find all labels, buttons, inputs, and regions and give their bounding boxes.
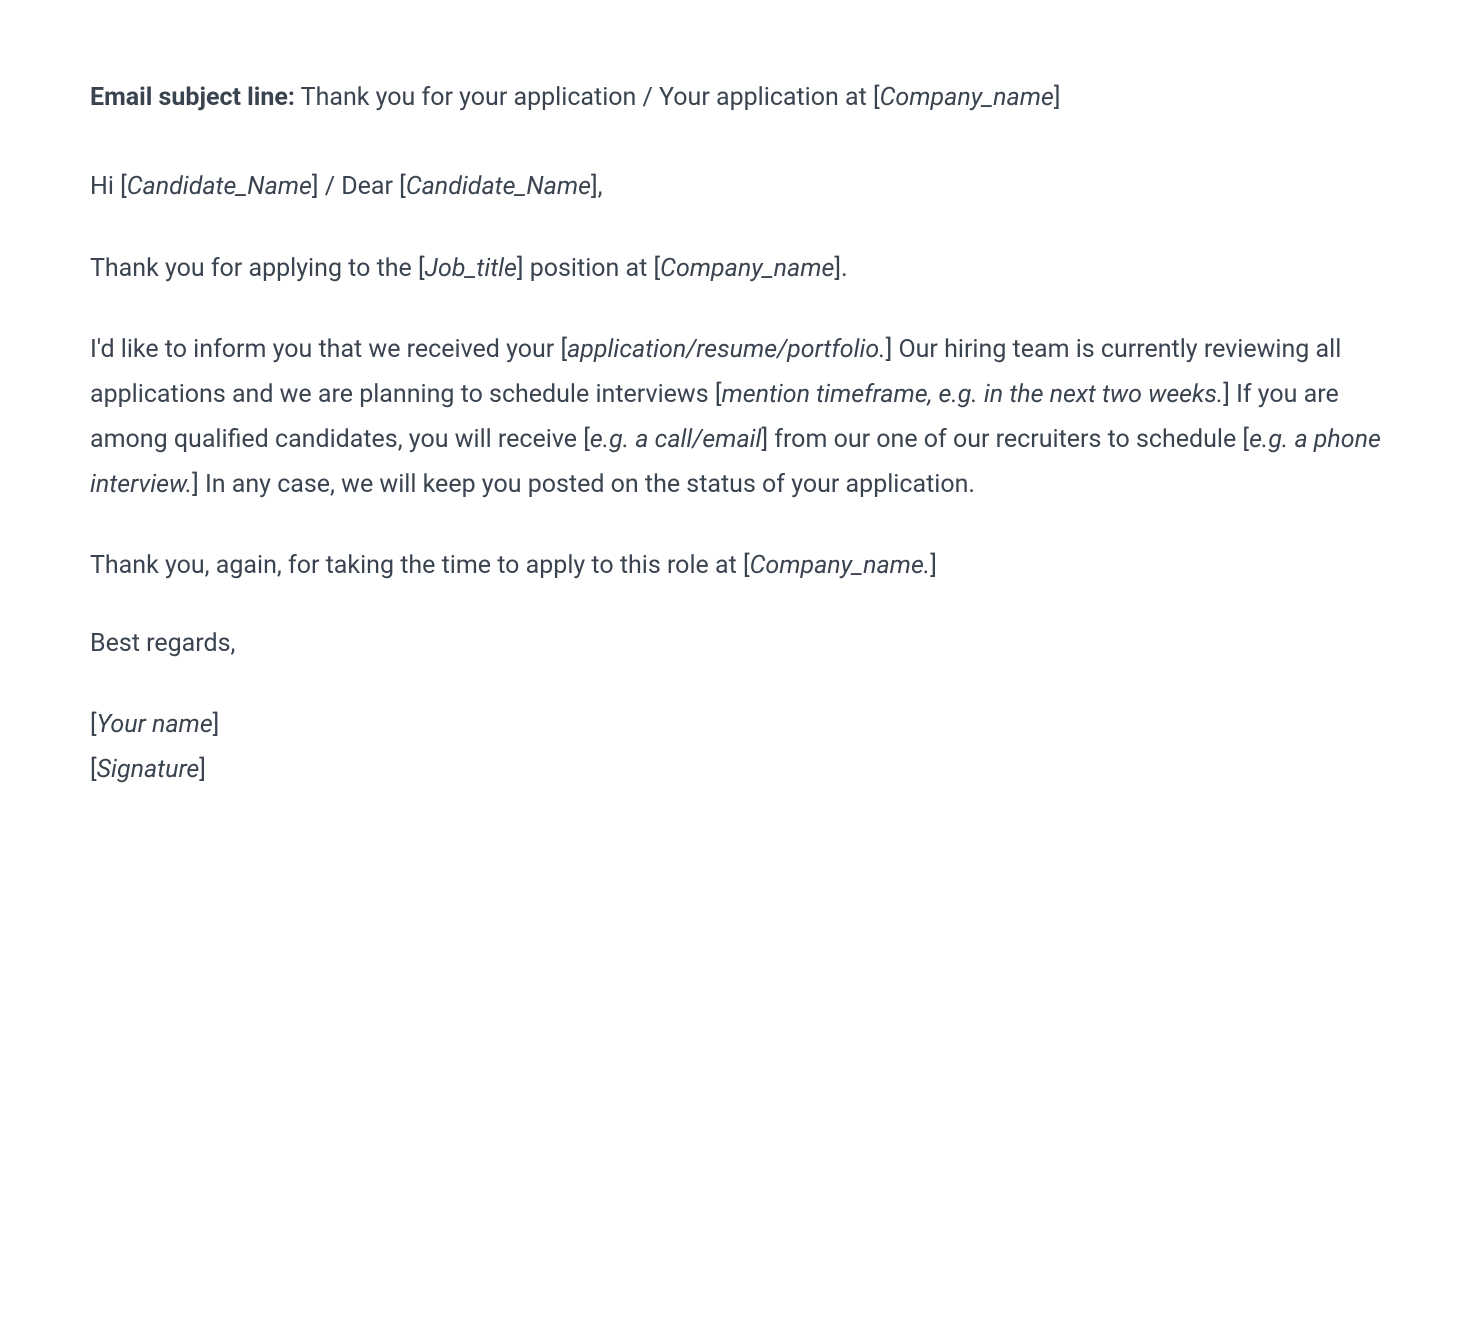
greeting-mid: ] / Dear [ — [312, 172, 406, 201]
greeting-hi: Hi [ — [90, 172, 127, 201]
signature-placeholder: Signature — [97, 755, 200, 784]
body-paragraph: I'd like to inform you that we received … — [90, 327, 1381, 507]
greeting-line: Hi [Candidate_Name] / Dear [Candidate_Na… — [90, 168, 1381, 206]
subject-text-prefix: Thank you for your application / Your ap… — [295, 83, 880, 112]
body-ph1: application/resume/portfolio. — [567, 335, 886, 364]
body-ph2: mention timeframe, e.g. in the next two … — [721, 380, 1223, 409]
your-name-placeholder: Your name — [97, 710, 213, 739]
body-ph3: e.g. a call/email — [590, 425, 762, 454]
closing-line: Thank you, again, for taking the time to… — [90, 547, 1381, 585]
thank-t1: Thank you for applying to the [ — [90, 254, 425, 283]
sig-open1: [ — [90, 710, 97, 739]
greeting-end: ], — [591, 172, 603, 201]
sig-close2: ] — [199, 755, 206, 784]
signature-block: [Your name] [Signature] — [90, 702, 1381, 792]
sig-close1: ] — [213, 710, 220, 739]
body-b5: ] In any case, we will keep you posted o… — [192, 470, 975, 499]
greeting-candidate-2: Candidate_Name — [406, 172, 591, 201]
body-b1: I'd like to inform you that we received … — [90, 335, 567, 364]
closing-ph: Company_name. — [750, 551, 931, 580]
body-b4: ] from our one of our recruiters to sche… — [761, 425, 1249, 454]
closing-c2: ] — [930, 551, 937, 580]
thank-job-title: Job_title — [425, 254, 517, 283]
sig-open2: [ — [90, 755, 97, 784]
regards-line: Best regards, — [90, 625, 1381, 663]
subject-label: Email subject line: — [90, 83, 295, 112]
subject-line: Email subject line: Thank you for your a… — [90, 75, 1381, 120]
subject-text-suffix: ] — [1054, 83, 1061, 112]
subject-placeholder: Company_name — [880, 83, 1054, 112]
thank-company: Company_name — [660, 254, 834, 283]
greeting-candidate-1: Candidate_Name — [127, 172, 312, 201]
thank-t3: ]. — [834, 254, 847, 283]
thank-line: Thank you for applying to the [Job_title… — [90, 250, 1381, 288]
closing-c1: Thank you, again, for taking the time to… — [90, 551, 750, 580]
thank-t2: ] position at [ — [517, 254, 660, 283]
